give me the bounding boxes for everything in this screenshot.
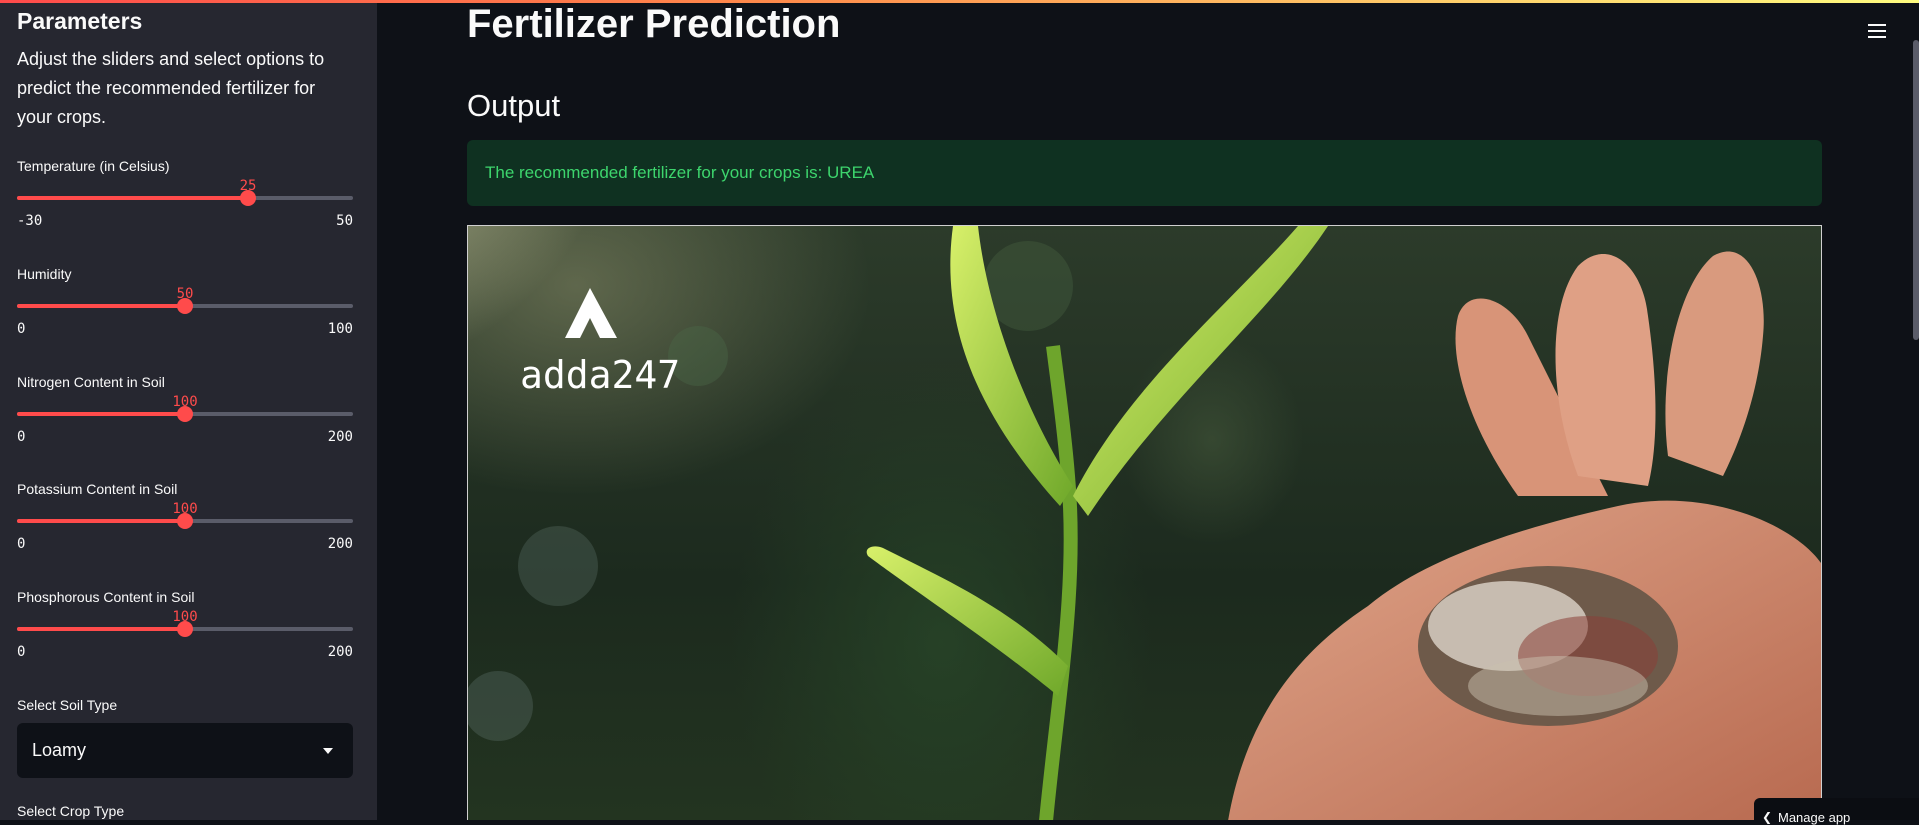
humidity-slider[interactable]: Humidity 50 0 100 — [17, 266, 353, 356]
slider-label: Nitrogen Content in Soil — [17, 374, 165, 390]
sidebar-description: Adjust the sliders and select options to… — [17, 49, 325, 127]
slider-max: 200 — [327, 644, 353, 660]
sidebar: Parameters Adjust the sliders and select… — [0, 0, 377, 820]
success-alert: The recommended fertilizer for your crop… — [467, 140, 1822, 206]
slider-track[interactable] — [17, 621, 353, 637]
slider-thumb[interactable] — [177, 621, 193, 637]
top-decoration-bar — [0, 0, 1919, 3]
slider-thumb[interactable] — [177, 406, 193, 422]
slider-min: -30 — [17, 213, 43, 229]
slider-track[interactable] — [17, 513, 353, 529]
slider-thumb[interactable] — [177, 513, 193, 529]
crop-type-label: Select Crop Type — [17, 803, 125, 819]
slider-max: 200 — [327, 536, 353, 552]
soil-type-select[interactable]: Loamy — [17, 723, 353, 778]
soil-type-value: Loamy — [32, 740, 87, 760]
chevron-left-icon: ❮ — [1762, 810, 1773, 824]
result-text: The recommended fertilizer for your crop… — [485, 163, 875, 182]
slider-track[interactable] — [17, 406, 353, 422]
slider-max: 200 — [327, 429, 353, 445]
slider-max: 50 — [336, 213, 353, 229]
output-heading: Output — [467, 88, 561, 123]
slider-fill — [17, 304, 185, 308]
fertilizer-photo-illustration: adda247 — [468, 226, 1821, 820]
manage-app-label: Manage app — [1778, 810, 1851, 825]
slider-fill — [17, 627, 185, 631]
slider-min: 0 — [17, 644, 26, 660]
slider-thumb[interactable] — [177, 298, 193, 314]
slider-track[interactable] — [17, 190, 353, 206]
chevron-down-icon — [323, 748, 333, 754]
slider-max: 100 — [327, 321, 353, 337]
slider-label: Humidity — [17, 266, 72, 282]
slider-label: Potassium Content in Soil — [17, 481, 178, 497]
slider-label: Temperature (in Celsius) — [17, 158, 170, 174]
temperature-slider[interactable]: Temperature (in Celsius) 25 -30 50 — [17, 158, 353, 248]
potassium-slider[interactable]: Potassium Content in Soil 100 0 200 — [17, 481, 353, 571]
slider-fill — [17, 196, 248, 200]
slider-min: 0 — [17, 321, 26, 337]
manage-app-button[interactable]: ❮ Manage app — [1754, 798, 1919, 825]
sidebar-title: Parameters — [17, 8, 143, 34]
slider-fill — [17, 519, 185, 523]
fertilizer-image: adda247 — [467, 225, 1822, 820]
main-scrollbar[interactable] — [1913, 40, 1919, 340]
slider-thumb[interactable] — [240, 190, 256, 206]
slider-min: 0 — [17, 536, 26, 552]
nitrogen-slider[interactable]: Nitrogen Content in Soil 100 0 200 — [17, 374, 353, 464]
slider-fill — [17, 412, 185, 416]
page-title: Fertilizer Prediction — [467, 2, 841, 46]
slider-min: 0 — [17, 429, 26, 445]
soil-type-label: Select Soil Type — [17, 697, 118, 713]
slider-label: Phosphorous Content in Soil — [17, 589, 195, 605]
hamburger-icon[interactable] — [1868, 24, 1886, 40]
slider-track[interactable] — [17, 298, 353, 314]
logo-text: adda247 — [520, 353, 680, 397]
phosphorous-slider[interactable]: Phosphorous Content in Soil 100 0 200 — [17, 589, 353, 679]
